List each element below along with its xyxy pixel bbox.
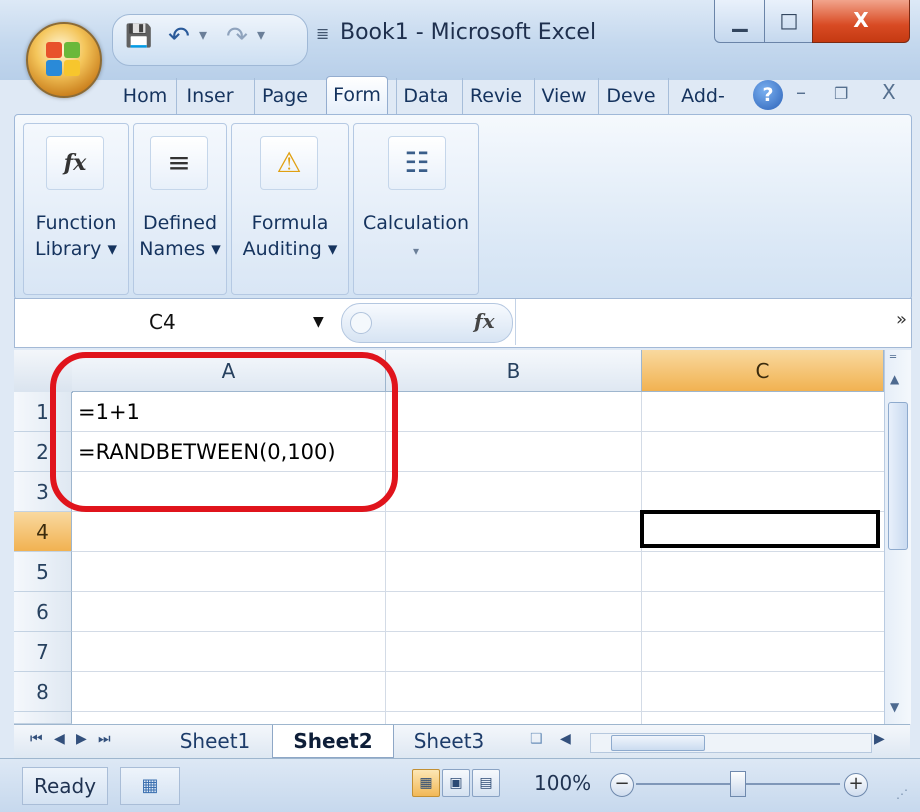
column-header-b[interactable]: B — [386, 350, 642, 392]
expand-formula-bar-icon[interactable]: » — [896, 309, 907, 330]
name-box[interactable]: C4 ▼ — [15, 299, 331, 345]
formula-auditing-group[interactable]: ⚠ Formula Auditing ▾ — [231, 123, 349, 295]
defined-names-group[interactable]: ≡ Defined Names ▾ — [133, 123, 227, 295]
maximize-button[interactable]: □ — [764, 0, 814, 43]
scroll-right-icon[interactable]: ▶ — [874, 731, 885, 747]
vertical-scrollbar[interactable]: ═ ▲ ▼ — [884, 350, 911, 724]
tab-developer[interactable]: Deve — [598, 78, 663, 114]
sheet-tab-sheet1[interactable]: Sheet1 — [160, 725, 270, 757]
status-ready: Ready — [22, 767, 108, 805]
worksheet-grid[interactable]: A B C 1 2 3 4 5 6 7 8 =1+1 =RANDBETWEEN(… — [14, 350, 884, 724]
office-button[interactable] — [26, 22, 102, 98]
formula-auditing-icon: ⚠ — [260, 136, 318, 190]
row-header-4[interactable]: 4 — [14, 512, 72, 552]
workbook-restore-button[interactable]: ❐ — [834, 84, 848, 103]
gridline — [72, 711, 884, 712]
horizontal-scrollbar[interactable] — [590, 733, 872, 753]
sheet-tab-sheet3[interactable]: Sheet3 — [394, 725, 504, 757]
formula-auditing-label: Formula Auditing ▾ — [242, 212, 338, 260]
next-sheet-icon[interactable]: ▶ — [76, 731, 87, 747]
gridline — [72, 631, 884, 632]
highlight-annotation-ring — [50, 352, 398, 512]
sheet-tab-bar: ⏮ ◀ ▶ ⏭ Sheet1 Sheet2 Sheet3 ❑ ◀ ▶ — [14, 724, 910, 759]
row-header-9[interactable] — [14, 712, 72, 724]
workbook-close-button[interactable]: X — [882, 80, 896, 104]
formula-bar: C4 ▼ fx » — [14, 298, 912, 348]
window-title: Book1 - Microsoft Excel — [340, 20, 597, 45]
gridline — [641, 392, 642, 724]
close-button[interactable]: X — [812, 0, 910, 43]
function-library-label: Function Library ▾ — [34, 212, 117, 260]
tab-add-ins[interactable]: Add- — [668, 78, 737, 114]
gridline — [72, 591, 884, 592]
defined-names-icon: ≡ — [150, 136, 208, 190]
row-header-8[interactable]: 8 — [14, 672, 72, 712]
row-header-7[interactable]: 7 — [14, 632, 72, 672]
customize-qat-icon[interactable]: ≣ — [316, 24, 329, 43]
column-header-c[interactable]: C — [642, 350, 884, 392]
page-layout-view-button[interactable]: ▣ — [442, 769, 470, 797]
ribbon-panel: fx Function Library ▾ ≡ Defined Names ▾ ⚠ … — [14, 114, 912, 300]
row-header-5[interactable]: 5 — [14, 552, 72, 592]
function-library-group[interactable]: fx Function Library ▾ — [23, 123, 129, 295]
formula-controls: fx — [341, 303, 513, 343]
horizontal-scroll-thumb[interactable] — [611, 735, 705, 751]
office-logo-icon — [46, 42, 80, 76]
scroll-up-icon[interactable]: ▲ — [890, 372, 899, 386]
tab-split-icon[interactable]: ◀ — [560, 731, 571, 747]
scroll-thumb[interactable] — [888, 402, 908, 550]
zoom-level[interactable]: 100% — [534, 771, 591, 795]
tab-review[interactable]: Revie — [462, 78, 529, 114]
redo-dropdown-icon[interactable]: ▾ — [257, 25, 265, 44]
resize-grip-icon[interactable]: ⋰ — [896, 787, 908, 801]
formula-input[interactable] — [515, 299, 884, 345]
split-box-icon[interactable]: ═ — [890, 352, 896, 363]
name-box-dropdown-icon[interactable]: ▼ — [313, 299, 324, 345]
excel-window: 💾 ↶ ▾ ↷ ▾ ≣ Book1 - Microsoft Excel ▁ □ … — [0, 0, 920, 812]
zoom-out-button[interactable]: − — [610, 773, 634, 797]
first-sheet-icon[interactable]: ⏮ — [30, 731, 43, 747]
tab-home[interactable]: Hom — [118, 78, 172, 114]
undo-icon[interactable]: ↶ — [165, 23, 193, 51]
cancel-circle-icon — [350, 312, 372, 334]
redo-icon[interactable]: ↷ — [223, 23, 251, 51]
sheet-tab-sheet2[interactable]: Sheet2 — [272, 725, 394, 758]
insert-function-icon[interactable]: fx — [474, 309, 495, 333]
zoom-in-button[interactable]: + — [844, 773, 868, 797]
page-break-view-button[interactable]: ▤ — [472, 769, 500, 797]
insert-sheet-icon[interactable]: ❑ — [530, 731, 543, 747]
scroll-down-icon[interactable]: ▼ — [890, 700, 899, 714]
gridline — [72, 671, 884, 672]
last-sheet-icon[interactable]: ⏭ — [98, 731, 111, 747]
tab-insert[interactable]: Inser — [176, 78, 243, 114]
workbook-minimize-button[interactable]: – — [796, 80, 806, 104]
save-icon[interactable]: 💾 — [125, 23, 153, 51]
defined-names-label: Defined Names ▾ — [139, 212, 221, 260]
tab-page-layout[interactable]: Page — [254, 78, 315, 114]
calculator-icon: ☷ — [388, 136, 446, 190]
minimize-button[interactable]: ▁ — [714, 0, 766, 43]
name-box-value: C4 — [149, 310, 176, 334]
help-icon[interactable]: ? — [753, 80, 783, 110]
tab-formulas[interactable]: Form — [326, 76, 388, 117]
undo-dropdown-icon[interactable]: ▾ — [199, 25, 207, 44]
active-cell-c4[interactable] — [640, 510, 880, 548]
normal-view-button[interactable]: ▦ — [412, 769, 440, 797]
fx-icon: fx — [46, 136, 104, 190]
calculation-label: Calculation ▾ — [363, 212, 469, 258]
zoom-slider-thumb[interactable] — [730, 771, 746, 797]
quick-access-toolbar: 💾 ↶ ▾ ↷ ▾ — [112, 14, 308, 66]
macro-recording-icon[interactable]: ▦ — [120, 767, 180, 805]
calculation-group[interactable]: ☷ Calculation ▾ — [353, 123, 479, 295]
gridline — [72, 551, 884, 552]
status-bar: Ready ▦ ▦ ▣ ▤ 100% − + ⋰ — [0, 758, 920, 812]
title-bar: 💾 ↶ ▾ ↷ ▾ ≣ Book1 - Microsoft Excel ▁ □ … — [0, 0, 920, 80]
row-header-6[interactable]: 6 — [14, 592, 72, 632]
tab-data[interactable]: Data — [396, 78, 455, 114]
tab-view[interactable]: View — [534, 78, 593, 114]
prev-sheet-icon[interactable]: ◀ — [54, 731, 65, 747]
